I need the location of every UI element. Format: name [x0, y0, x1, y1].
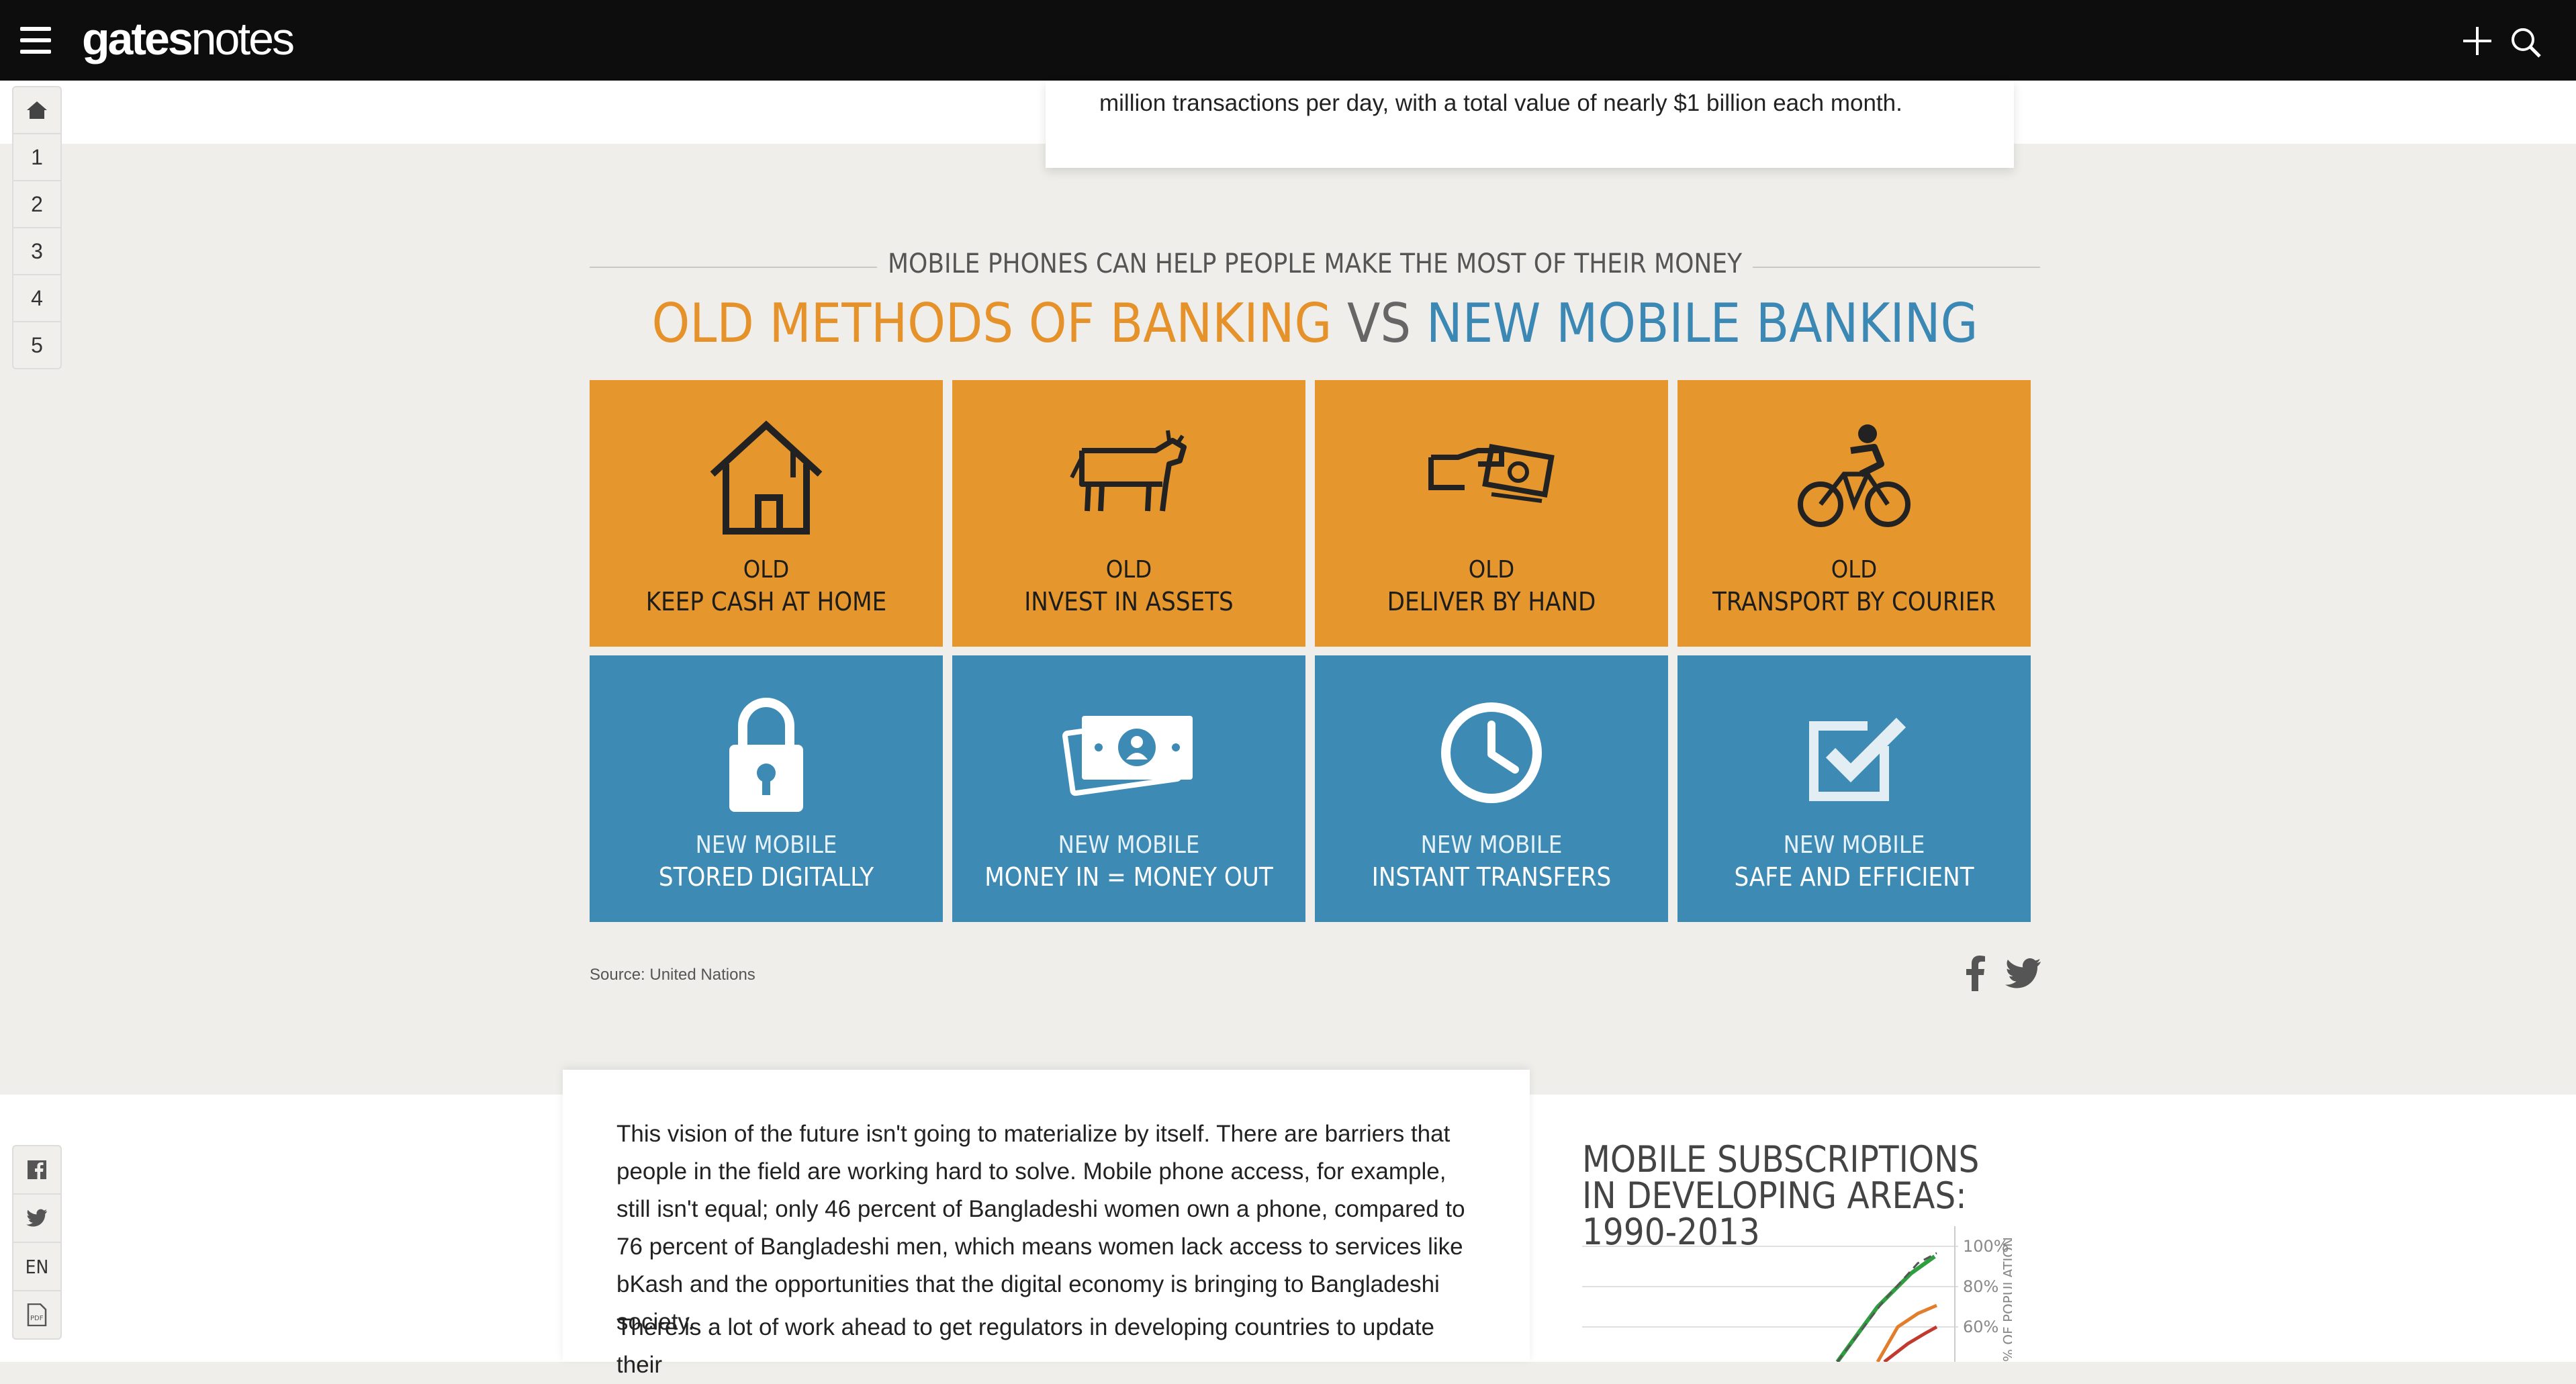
tile-old-invest-assets: OLD INVEST IN ASSETS: [952, 380, 1305, 647]
infographic-source: Source: United Nations: [590, 966, 755, 984]
tile-label: DELIVER BY HAND: [1387, 587, 1596, 616]
tile-label: STORED DIGITALLY: [658, 862, 874, 892]
article-paragraph: This vision of the future isn't going to…: [616, 1121, 1465, 1335]
gatesnotes-logo[interactable]: gatesnotes: [82, 12, 295, 66]
article-paragraph: million transactions per day, with a tot…: [1099, 90, 1902, 116]
tile-new-instant-transfers: NEW MOBILE INSTANT TRANSFERS: [1315, 655, 1668, 922]
tick-label: 60%: [1963, 1318, 1998, 1336]
home-icon[interactable]: [13, 87, 60, 134]
search-icon[interactable]: [2509, 26, 2542, 59]
chapter-2-link[interactable]: 2: [13, 181, 60, 228]
tile-kind: NEW MOBILE: [1058, 831, 1200, 859]
banknotes-icon: [1062, 716, 1193, 796]
chapter-4-link[interactable]: 4: [13, 275, 60, 322]
tile-kind: NEW MOBILE: [695, 831, 837, 859]
house-icon: [710, 420, 823, 535]
cow-icon: [1070, 430, 1187, 512]
tile-kind: OLD: [743, 556, 790, 584]
plus-icon[interactable]: [2462, 26, 2493, 56]
tile-old-deliver-hand: OLD DELIVER BY HAND: [1315, 380, 1668, 647]
twitter-share-icon[interactable]: [2005, 958, 2041, 990]
share-toolbar: EN PDF: [12, 1145, 62, 1340]
tile-label: MONEY IN = MONEY OUT: [984, 862, 1273, 892]
tile-new-money-in-out: NEW MOBILE MONEY IN = MONEY OUT: [952, 655, 1305, 922]
language-toggle[interactable]: EN: [13, 1243, 60, 1291]
tile-kind: OLD: [1105, 556, 1152, 584]
mobile-subscriptions-chart: 100% 80% 60% % OF POPULATION: [1582, 1226, 2012, 1362]
tile-new-safe-efficient: NEW MOBILE SAFE AND EFFICIENT: [1677, 655, 2031, 922]
svg-text:PDF: PDF: [30, 1315, 44, 1322]
infographic-subtitle-row: MOBILE PHONES CAN HELP PEOPLE MAKE THE M…: [590, 248, 2040, 286]
chapter-3-link[interactable]: 3: [13, 228, 60, 275]
tile-old-keep-cash: OLD KEEP CASH AT HOME: [590, 380, 943, 647]
chapter-1-link[interactable]: 1: [13, 134, 60, 181]
tile-old-transport-courier: OLD TRANSPORT BY COURIER: [1677, 380, 2031, 647]
facebook-icon[interactable]: [13, 1146, 60, 1195]
top-navigation-bar: gatesnotes: [0, 0, 2576, 81]
tile-label: INVEST IN ASSETS: [1024, 587, 1234, 616]
checkbox-icon: [1809, 717, 1906, 801]
tile-label: KEEP CASH AT HOME: [645, 587, 887, 616]
twitter-icon[interactable]: [13, 1195, 60, 1243]
headline-vs: VS: [1332, 292, 1426, 355]
tile-label: TRANSPORT BY COURIER: [1712, 587, 1996, 616]
series-line: [1883, 1325, 1938, 1362]
padlock-icon: [729, 698, 803, 812]
tile-label: SAFE AND EFFICIENT: [1734, 862, 1974, 892]
article-card-upper: million transactions per day, with a tot…: [1046, 81, 2014, 168]
clock-icon: [1441, 702, 1542, 803]
tick-label: 80%: [1963, 1277, 1998, 1296]
tile-kind: OLD: [1831, 556, 1878, 584]
infographic-subtitle: MOBILE PHONES CAN HELP PEOPLE MAKE THE M…: [876, 248, 1753, 279]
facebook-share-icon[interactable]: [1961, 955, 1988, 991]
tile-kind: NEW MOBILE: [1783, 831, 1925, 859]
tile-kind: OLD: [1468, 556, 1515, 584]
hamburger-menu-icon[interactable]: [20, 27, 51, 54]
article-paragraph: There is a lot of work ahead to get regu…: [616, 1314, 1434, 1378]
infographic-headline: OLD METHODS OF BANKING VS NEW MOBILE BAN…: [590, 290, 2040, 357]
headline-new: NEW MOBILE BANKING: [1426, 292, 1978, 355]
article-card-lower: This vision of the future isn't going to…: [563, 1070, 1530, 1378]
tile-kind: NEW MOBILE: [1420, 831, 1563, 859]
tile-label: INSTANT TRANSFERS: [1371, 862, 1612, 892]
chapter-navigation: 1 2 3 4 5: [12, 86, 62, 369]
chapter-5-link[interactable]: 5: [13, 322, 60, 368]
hand-cash-icon: [1428, 443, 1555, 503]
pdf-download-icon[interactable]: PDF: [13, 1291, 60, 1338]
cyclist-icon: [1798, 424, 1911, 527]
tile-new-stored-digitally: NEW MOBILE STORED DIGITALLY: [590, 655, 943, 922]
axis-label: % OF POPULATION: [2000, 1237, 2012, 1362]
headline-old: OLD METHODS OF BANKING: [651, 292, 1332, 355]
